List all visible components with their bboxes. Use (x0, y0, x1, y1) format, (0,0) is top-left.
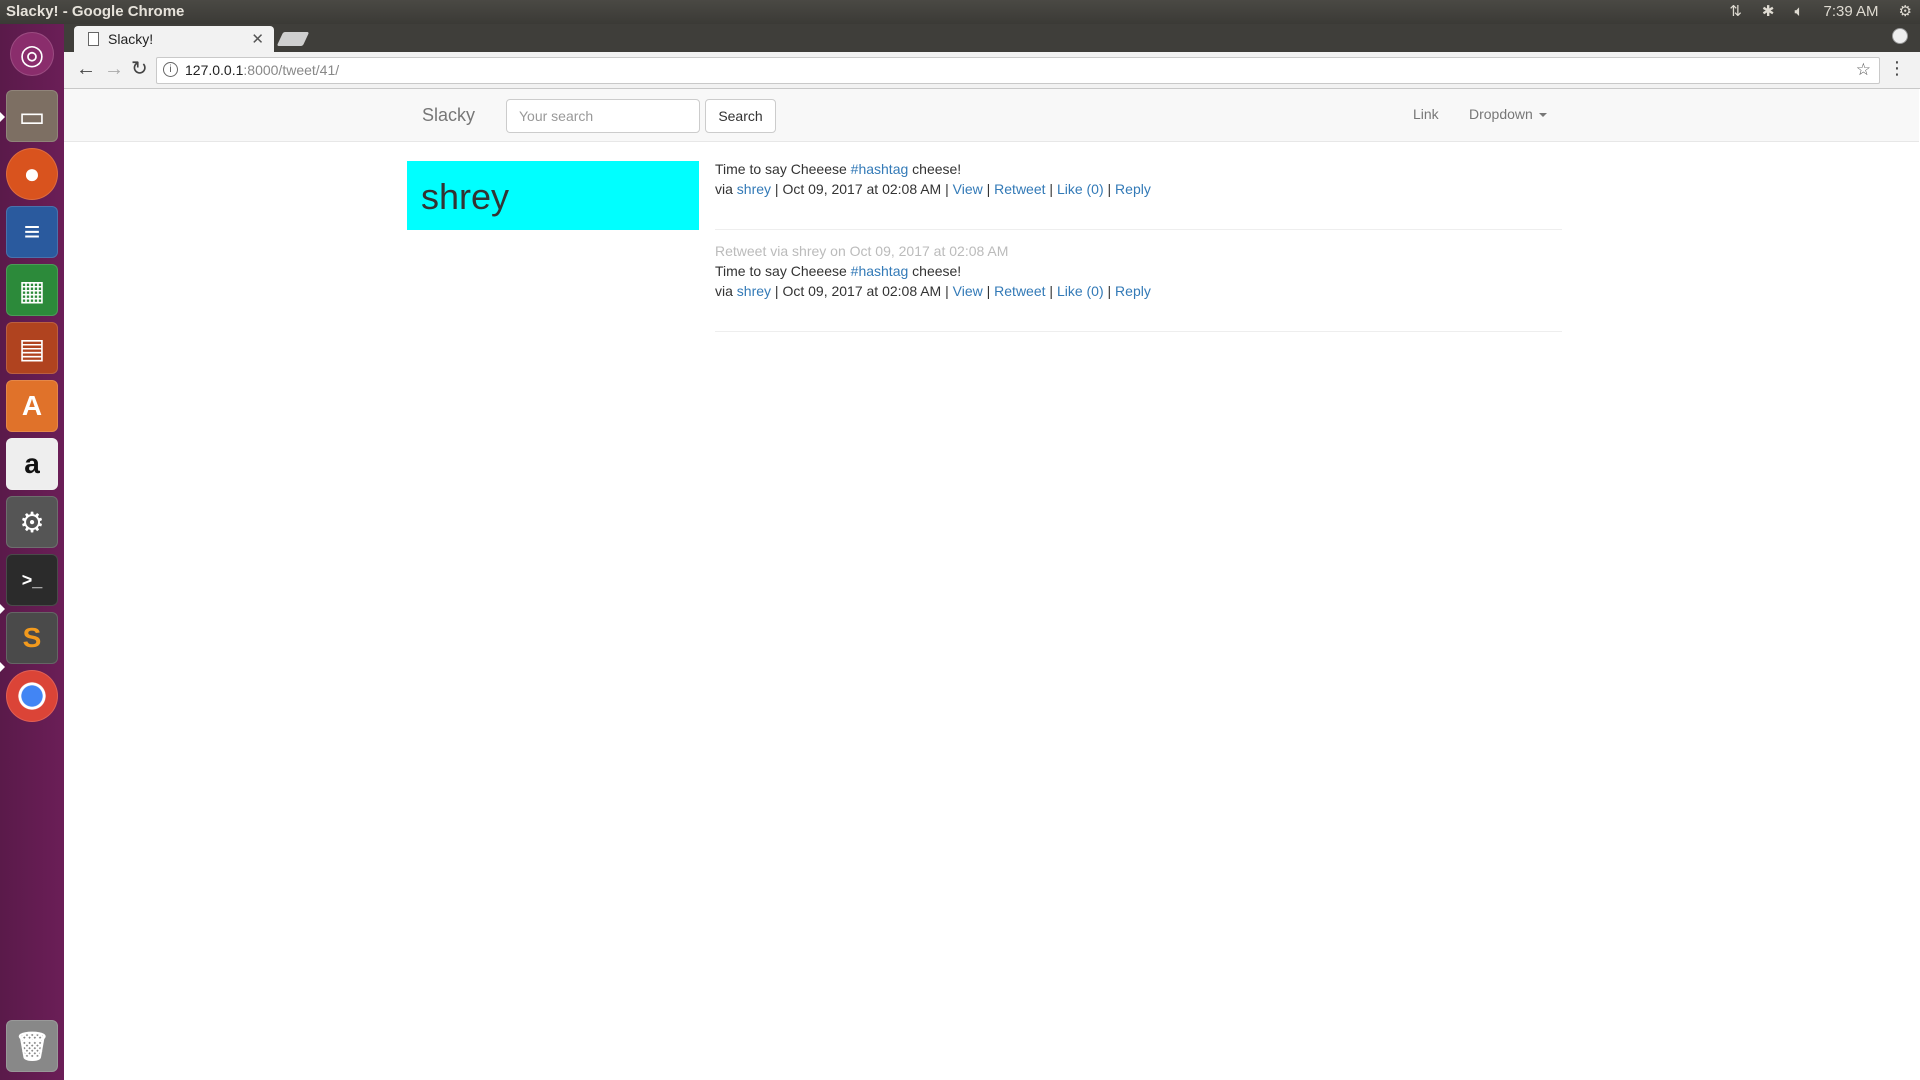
tweet-date: | Oct 09, 2017 at 02:08 AM | (771, 283, 953, 299)
tweet-text-end: cheese! (908, 263, 962, 279)
url-path: :8000/tweet/41/ (243, 62, 340, 78)
retweet-header: Retweet via shrey on Oct 09, 2017 at 02:… (715, 243, 1009, 259)
view-link[interactable]: View (953, 283, 983, 299)
sublime-text-icon[interactable]: S (6, 612, 58, 664)
info-icon[interactable]: i (163, 62, 178, 77)
files-icon[interactable]: ▭ (6, 90, 58, 142)
profile-username: shrey (421, 176, 510, 217)
writer-icon[interactable]: ≡ (6, 206, 58, 258)
system-settings-icon[interactable]: ⚙ (6, 496, 58, 548)
ubuntu-dash-icon[interactable]: ◎ (10, 32, 54, 76)
reply-link[interactable]: Reply (1115, 283, 1151, 299)
browser-toolbar: ← → ↻ i 127.0.0.1:8000/tweet/41/ ☆ ⋮ (64, 52, 1920, 89)
tweet-item: Retweet via shrey on Oct 09, 2017 at 02:… (715, 241, 1562, 332)
nav-dropdown[interactable]: Dropdown (1469, 106, 1547, 122)
tab-title: Slacky! (108, 31, 154, 47)
tab-strip: Slacky! ✕ (64, 24, 1920, 52)
caret-down-icon (1538, 113, 1547, 118)
like-link[interactable]: Like (0) (1057, 283, 1104, 299)
site-brand[interactable]: Slacky (422, 105, 475, 126)
back-arrow-icon[interactable]: ← (76, 59, 96, 79)
address-bar[interactable]: i 127.0.0.1:8000/tweet/41/ ☆ (156, 57, 1880, 84)
search-input[interactable] (506, 99, 700, 133)
profile-card: shrey (407, 161, 699, 230)
retweet-link[interactable]: Retweet (994, 181, 1045, 197)
close-tab-icon[interactable]: ✕ (251, 30, 264, 48)
unity-launcher: ◎ ▭ ● ≡ ▦ ▤ A a ⚙ >_ S 🗑︎ (0, 24, 65, 1080)
new-tab-button[interactable] (276, 32, 310, 46)
divider (715, 229, 1562, 230)
reload-icon[interactable]: ↻ (131, 59, 148, 79)
system-top-panel: Slacky! - Google Chrome ⇅ ✱ 🔈︎ 7:39 AM ⚙ (0, 0, 1920, 24)
window-title: Slacky! - Google Chrome (6, 3, 185, 20)
tweet-content: Time to say Cheeese #hashtag cheese! (715, 159, 1562, 179)
bookmark-star-icon[interactable]: ☆ (1856, 60, 1871, 80)
bluetooth-icon[interactable]: ✱ (1762, 2, 1775, 20)
author-link[interactable]: shrey (737, 283, 771, 299)
separator: | (982, 181, 995, 197)
tweet-text-end: cheese! (908, 161, 962, 177)
tab-slacky[interactable]: Slacky! ✕ (74, 26, 274, 52)
page-icon (88, 32, 99, 46)
via-label: via (715, 283, 737, 299)
nav-link[interactable]: Link (1413, 106, 1439, 122)
url-host: 127.0.0.1 (185, 62, 244, 78)
tweet-text: Time to say Cheeese (715, 161, 851, 177)
tweet-content: Time to say Cheeese #hashtag cheese! (715, 261, 1562, 281)
tweet-meta: via shrey | Oct 09, 2017 at 02:08 AM | V… (715, 179, 1562, 199)
software-center-icon[interactable]: A (6, 380, 58, 432)
retweet-link[interactable]: Retweet (994, 283, 1045, 299)
nav-dropdown-label: Dropdown (1469, 106, 1533, 122)
terminal-icon[interactable]: >_ (6, 554, 58, 606)
volume-icon[interactable]: 🔈︎ (1794, 3, 1803, 20)
reply-link[interactable]: Reply (1115, 181, 1151, 197)
impress-icon[interactable]: ▤ (6, 322, 58, 374)
system-tray: ⇅ ✱ 🔈︎ 7:39 AM ⚙ (1729, 2, 1912, 21)
separator: | (982, 283, 995, 299)
clock[interactable]: 7:39 AM (1824, 3, 1879, 20)
divider (715, 331, 1562, 332)
like-link[interactable]: Like (0) (1057, 181, 1104, 197)
search-button[interactable]: Search (705, 99, 776, 133)
hashtag-link[interactable]: #hashtag (851, 263, 909, 279)
site-navbar: Slacky Search Link Dropdown (64, 89, 1919, 142)
separator: | (1045, 181, 1057, 197)
tweet-item: Time to say Cheeese #hashtag cheese! via… (715, 159, 1562, 230)
separator: | (1045, 283, 1057, 299)
forward-arrow-icon[interactable]: → (104, 59, 124, 79)
via-label: via (715, 181, 737, 197)
profile-icon[interactable] (1892, 28, 1908, 44)
network-icon[interactable]: ⇅ (1729, 2, 1742, 20)
separator: | (1103, 283, 1116, 299)
calc-icon[interactable]: ▦ (6, 264, 58, 316)
tweet-text: Time to say Cheeese (715, 263, 851, 279)
firefox-icon[interactable]: ● (6, 148, 58, 200)
chrome-icon[interactable] (6, 670, 58, 722)
tweet-date: | Oct 09, 2017 at 02:08 AM | (771, 181, 953, 197)
settings-gear-icon[interactable]: ⚙ (1899, 2, 1912, 20)
author-link[interactable]: shrey (737, 181, 771, 197)
page-viewport: Slacky Search Link Dropdown shrey Time t… (64, 89, 1920, 1080)
separator: | (1103, 181, 1116, 197)
view-link[interactable]: View (953, 181, 983, 197)
chrome-menu-icon[interactable]: ⋮ (1888, 58, 1906, 79)
trash-icon[interactable]: 🗑︎ (6, 1020, 58, 1072)
amazon-icon[interactable]: a (6, 438, 58, 490)
hashtag-link[interactable]: #hashtag (851, 161, 909, 177)
tweet-meta: via shrey | Oct 09, 2017 at 02:08 AM | V… (715, 281, 1562, 301)
